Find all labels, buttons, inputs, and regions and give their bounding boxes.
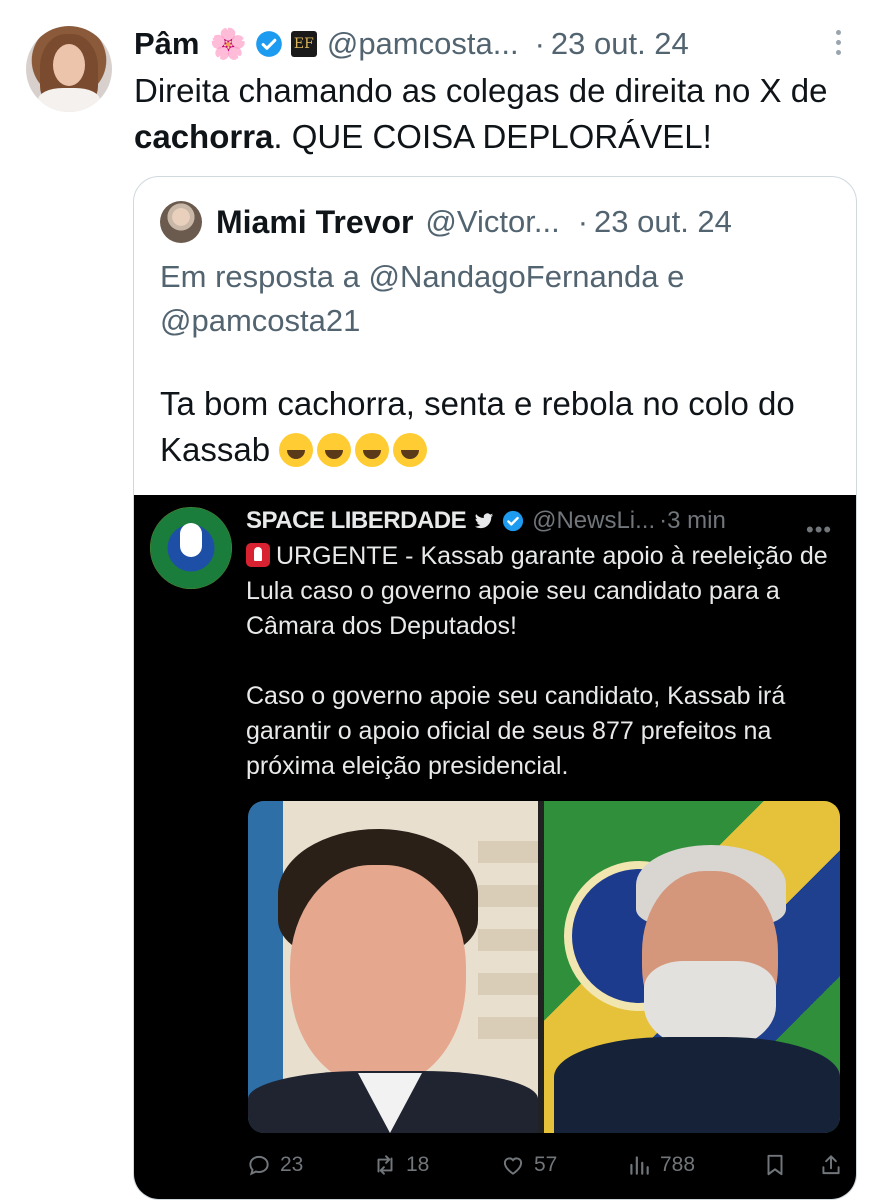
tweet-text-part2: . QUE COISA DEPLORÁVEL! <box>273 118 712 155</box>
photo-suit <box>554 1037 840 1133</box>
embedded-para1: URGENTE - Kassab garante apoio à reeleiç… <box>246 542 828 640</box>
views-action: 788 <box>626 1152 695 1178</box>
quote-separator: · <box>577 204 589 239</box>
bird-icon <box>474 513 494 529</box>
quote-time[interactable]: 23 out. 24 <box>594 204 732 240</box>
bookmark-icon <box>767 1154 783 1176</box>
embedded-screenshot[interactable]: SPACE LIBERDADE @NewsLi... ·3 min ••• UR… <box>134 495 856 1199</box>
quote-text-body: Ta bom cachorra, senta e rebola no colo … <box>160 385 795 468</box>
share-action <box>818 1152 852 1178</box>
quote-author-name[interactable]: Miami Trevor <box>216 204 413 241</box>
quote-header: Miami Trevor @Victor... · 23 out. 24 <box>160 199 732 245</box>
quoted-tweet[interactable]: Miami Trevor @Victor... · 23 out. 24 Em … <box>133 176 857 1200</box>
siren-emoji-icon <box>246 543 270 567</box>
embedded-time: ·3 min <box>659 507 726 534</box>
tweet-text-part1: Direita chamando as colegas de direita n… <box>134 72 828 109</box>
verified-badge-icon <box>256 31 282 57</box>
share-icon <box>822 1155 840 1175</box>
affiliate-badge-icon: EF <box>290 31 317 57</box>
reply-context: Em resposta a @NandagoFernanda e @pamcos… <box>160 255 840 343</box>
photo-background <box>478 841 538 1061</box>
author-avatar[interactable] <box>26 26 112 112</box>
embedded-author-name: SPACE LIBERDADE <box>246 507 467 534</box>
like-count: 57 <box>534 1153 558 1176</box>
lula-photo <box>544 801 840 1133</box>
rofl-emoji-icon <box>393 433 428 467</box>
retweet-action: 18 <box>372 1152 429 1178</box>
retweet-count: 18 <box>406 1153 430 1176</box>
reply-count: 23 <box>280 1153 304 1176</box>
embedded-actions: 23 18 57 788 <box>246 1147 846 1183</box>
quote-author-handle[interactable]: @Victor... <box>425 204 559 240</box>
kassab-photo <box>248 801 538 1133</box>
retweet-icon <box>377 1155 393 1175</box>
more-options-icon[interactable] <box>830 30 846 60</box>
tweet-header: Pâm 🌸 EF @pamcosta... · 23 out. 24 <box>134 24 689 64</box>
tweet-time[interactable]: 23 out. 24 <box>551 26 689 62</box>
photo-face <box>290 865 466 1087</box>
rofl-emoji-icon <box>279 433 314 467</box>
like-action: 57 <box>500 1152 557 1178</box>
embedded-text: URGENTE - Kassab garante apoio à reeleiç… <box>246 539 846 784</box>
bookmark-action <box>762 1152 796 1178</box>
tweet-text: Direita chamando as colegas de direita n… <box>134 68 864 160</box>
heart-icon <box>503 1157 523 1175</box>
author-name[interactable]: Pâm <box>134 26 199 62</box>
reply-action: 23 <box>246 1152 303 1178</box>
embedded-author-avatar <box>150 507 232 589</box>
embedded-author-handle: @NewsLi... <box>532 507 656 534</box>
rofl-emoji-icon <box>355 433 390 467</box>
views-icon <box>630 1156 649 1175</box>
tweet-text-bold: cachorra <box>134 118 274 155</box>
avatar-shirt <box>38 88 100 112</box>
embedded-header: SPACE LIBERDADE @NewsLi... ·3 min <box>246 505 726 537</box>
quote-author-avatar[interactable] <box>160 201 202 243</box>
embedded-para2: Caso o governo apoie seu candidato, Kass… <box>246 682 786 780</box>
rofl-emoji-icon <box>317 433 352 467</box>
quote-text: Ta bom cachorra, senta e rebola no colo … <box>160 381 840 473</box>
views-count: 788 <box>660 1153 696 1176</box>
reply-context-line2[interactable]: @pamcosta21 <box>160 299 840 343</box>
avatar-face <box>53 44 85 86</box>
embedded-verified-icon <box>502 510 524 532</box>
author-handle[interactable]: @pamcosta... <box>327 26 519 62</box>
reply-context-line1: Em resposta a @NandagoFernanda e <box>160 259 685 294</box>
tweet[interactable]: Pâm 🌸 EF @pamcosta... · 23 out. 24 Direi… <box>0 0 883 1200</box>
separator: · <box>534 26 545 61</box>
reply-icon <box>249 1155 269 1176</box>
flower-emoji-icon: 🌸 <box>209 27 247 61</box>
embedded-media <box>248 801 840 1133</box>
